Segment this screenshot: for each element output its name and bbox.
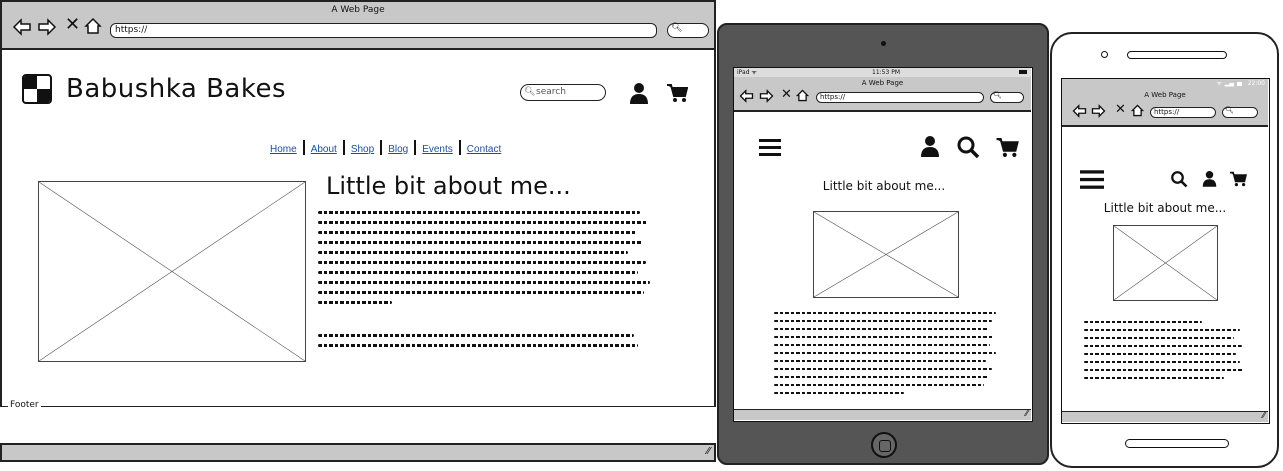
phone-about-heading: Little bit about me...: [1103, 201, 1227, 215]
tablet-camera: [881, 41, 886, 46]
search-icon: 🔍︎: [993, 91, 1002, 99]
battery-icon: [1019, 70, 1027, 74]
window-title: A Web Page: [331, 5, 385, 15]
browser-search-box[interactable]: 🔍︎: [667, 23, 709, 38]
battery-icon: [1237, 82, 1242, 86]
tablet-browser-search-box[interactable]: 🔍︎: [990, 91, 1024, 103]
search-icon: 🔍︎: [524, 87, 536, 97]
phone-speaker: [1127, 51, 1227, 59]
search-icon: 🔍︎: [671, 23, 683, 33]
nav-blog[interactable]: Blog: [388, 144, 408, 155]
phone-screen: ᯤ ▂▄ 22:00 A Web Page ✕ https:// 🔍︎ Litt…: [1061, 78, 1270, 424]
back-arrow-icon[interactable]: [12, 18, 32, 39]
nav-shop[interactable]: Shop: [351, 144, 374, 155]
browser-toolbar: A Web Page ✕ https:// 🔍︎: [2, 2, 714, 50]
phone-device: ᯤ ▂▄ 22:00 A Web Page ✕ https:// 🔍︎ Litt…: [1050, 32, 1279, 468]
search-icon[interactable]: [1170, 170, 1188, 192]
brand-name[interactable]: Babushka Bakes: [66, 74, 286, 104]
hamburger-menu-icon[interactable]: [759, 138, 781, 160]
tablet-time: 11:53 PM: [872, 69, 900, 76]
image-placeholder: [38, 181, 306, 362]
phone-browser-search-box[interactable]: 🔍︎: [1222, 106, 1258, 118]
cart-icon[interactable]: [995, 137, 1019, 162]
tablet-about-text: [774, 312, 1000, 394]
cart-icon[interactable]: [666, 83, 689, 107]
forward-arrow-icon[interactable]: [759, 89, 774, 106]
logo-icon[interactable]: [22, 74, 52, 104]
tablet-device: iPad ᯤ 11:53 PM A Web Page ✕ https:// 🔍︎: [717, 23, 1049, 465]
about-paragraph-1: [318, 211, 654, 304]
user-icon[interactable]: [920, 135, 940, 161]
close-icon[interactable]: ✕: [781, 88, 792, 101]
phone-address-bar[interactable]: https://: [1150, 107, 1216, 118]
nav-separator: [342, 140, 345, 155]
back-arrow-icon[interactable]: [739, 89, 754, 106]
tablet-address-bar[interactable]: https://: [816, 92, 984, 103]
nav-contact[interactable]: Contact: [467, 144, 501, 155]
about-paragraph-2: [318, 334, 654, 347]
address-text: https://: [820, 93, 846, 101]
nav-separator: [302, 140, 305, 155]
home-button-icon[interactable]: [871, 432, 897, 458]
nav-separator: [458, 140, 461, 155]
address-text: https://: [1154, 108, 1180, 116]
tablet-image-placeholder: [813, 211, 959, 298]
resize-grip-icon[interactable]: ⁄⁄: [707, 446, 710, 457]
search-icon: 🔍︎: [1225, 106, 1234, 114]
phone-status-bar: ᯤ ▂▄ 22:00: [1062, 79, 1268, 89]
tablet-browser-toolbar: A Web Page ✕ https:// 🔍︎: [734, 77, 1031, 112]
close-icon[interactable]: ✕: [1115, 103, 1126, 116]
tablet-screen: iPad ᯤ 11:53 PM A Web Page ✕ https:// 🔍︎: [733, 67, 1033, 422]
home-icon[interactable]: [1130, 104, 1145, 120]
phone-window-title: A Web Page: [1144, 91, 1186, 99]
status-bar: ⁄⁄: [2, 444, 714, 460]
back-arrow-icon[interactable]: [1072, 104, 1087, 121]
site-search-input[interactable]: 🔍︎ search: [520, 84, 606, 101]
tablet-bottom-bar: ⁄⁄: [734, 409, 1031, 420]
nav-events[interactable]: Events: [422, 144, 453, 155]
phone-about-text: [1084, 321, 1246, 379]
cart-icon[interactable]: [1229, 171, 1248, 191]
address-bar[interactable]: https://: [110, 23, 657, 38]
nav-separator: [414, 140, 417, 155]
close-icon[interactable]: ✕: [65, 16, 80, 34]
signal-icon: ▂▄: [1224, 80, 1234, 87]
home-icon[interactable]: [795, 89, 810, 105]
hamburger-menu-icon[interactable]: [1080, 169, 1104, 193]
tablet-window-title: A Web Page: [861, 79, 904, 87]
tablet-carrier: iPad ᯤ: [737, 69, 757, 76]
about-heading: Little bit about me...: [326, 172, 571, 200]
phone-image-placeholder: [1113, 225, 1218, 301]
resize-grip-icon[interactable]: ⁄⁄: [1025, 409, 1028, 418]
phone-bottom-bar: ⁄⁄: [1062, 411, 1268, 422]
resize-grip-icon[interactable]: ⁄⁄: [1262, 411, 1265, 420]
forward-arrow-icon[interactable]: [1091, 104, 1106, 121]
address-text: https://: [115, 25, 148, 35]
home-icon[interactable]: [84, 17, 102, 38]
footer: Footer: [0, 400, 716, 444]
wifi-icon: ᯤ: [1216, 80, 1222, 87]
footer-label: Footer: [8, 400, 41, 410]
phone-time: 22:00: [1247, 80, 1265, 87]
tablet-status-bar: iPad ᯤ 11:53 PM: [734, 68, 1031, 77]
nav-home[interactable]: Home: [270, 144, 297, 155]
user-icon[interactable]: [1202, 170, 1217, 191]
desktop-browser-window: A Web Page ✕ https:// 🔍︎ Babushka Bakes …: [0, 0, 716, 462]
main-nav: Home About Shop Blog Events Contact: [270, 137, 501, 155]
forward-arrow-icon[interactable]: [37, 18, 57, 39]
nav-about[interactable]: About: [311, 144, 337, 155]
search-icon[interactable]: [956, 135, 980, 163]
phone-browser-toolbar: A Web Page ✕ https:// 🔍︎: [1062, 89, 1268, 127]
tablet-about-heading: Little bit about me...: [822, 179, 946, 193]
search-placeholder: search: [536, 87, 566, 97]
nav-separator: [380, 140, 383, 155]
phone-camera: [1101, 51, 1108, 58]
user-icon[interactable]: [629, 82, 649, 108]
phone-home-bar[interactable]: [1125, 439, 1229, 448]
